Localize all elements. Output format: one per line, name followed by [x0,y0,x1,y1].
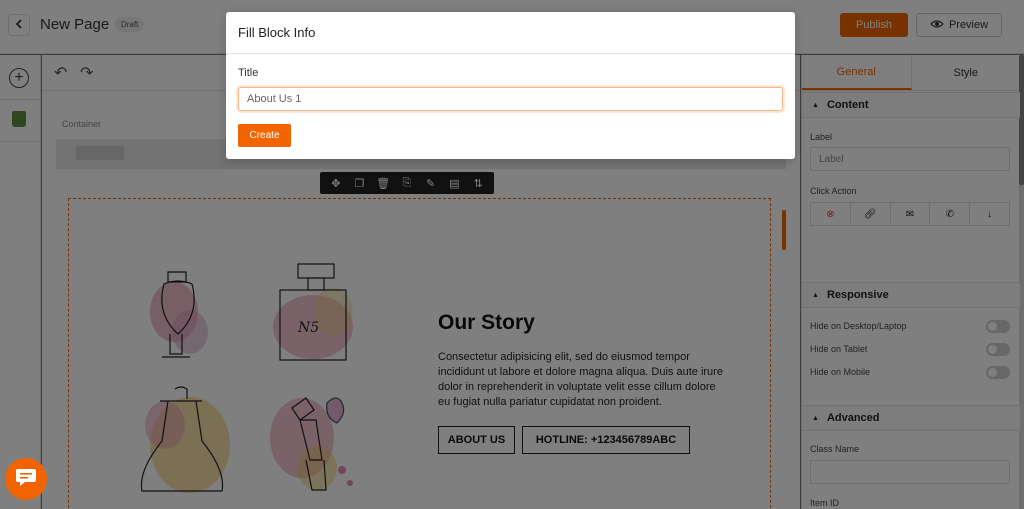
dialog-title: Fill Block Info [238,25,316,40]
chat-icon [15,468,37,491]
fill-block-info-dialog: Fill Block Info Title Create [226,12,795,159]
dialog-divider [226,53,795,54]
chat-button[interactable] [5,458,47,500]
title-field-label: Title [238,67,259,79]
title-input[interactable] [238,87,783,111]
create-button[interactable]: Create [238,124,291,147]
